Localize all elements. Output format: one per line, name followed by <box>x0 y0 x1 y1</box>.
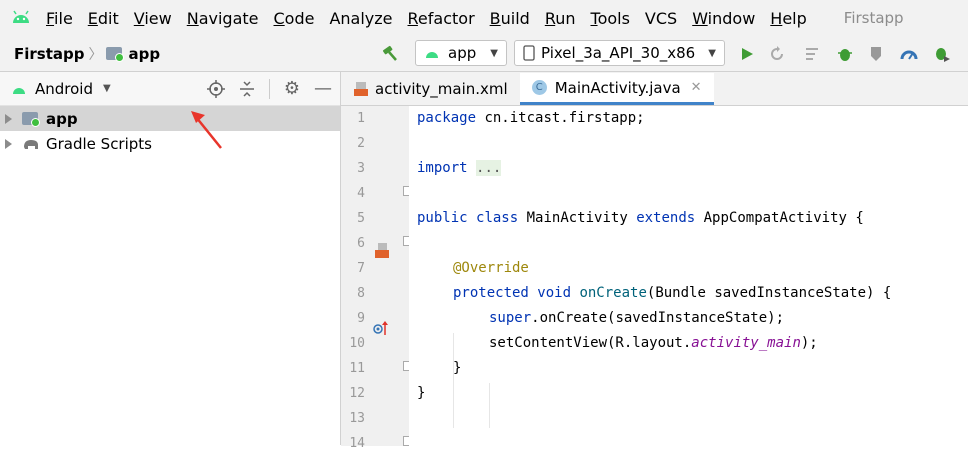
line-number: 10 <box>349 336 365 351</box>
menu-navigate[interactable]: Navigate <box>187 9 259 28</box>
line-number: 13 <box>349 411 365 426</box>
menu-help[interactable]: Help <box>770 9 806 28</box>
code-line-1: package cn.itcast.firstapp; <box>417 110 645 126</box>
menu-bar: File Edit View Navigate Code Analyze Ref… <box>0 0 968 36</box>
menu-window[interactable]: Window <box>692 9 755 28</box>
line-number: 1 <box>357 111 365 126</box>
editor-tabs: activity_main.xml C MainActivity.java ✕ <box>341 72 968 106</box>
tab-activity-main-xml[interactable]: activity_main.xml <box>341 73 520 105</box>
chevron-down-icon[interactable]: ▼ <box>103 83 111 94</box>
code-line-7: @Override <box>453 260 529 276</box>
phone-icon <box>523 45 535 61</box>
window-title: Firstapp <box>843 9 904 27</box>
close-icon[interactable]: ✕ <box>691 80 702 95</box>
xml-file-icon <box>354 82 368 96</box>
menu-code[interactable]: Code <box>274 9 315 28</box>
line-number: 12 <box>349 386 365 401</box>
view-mode-selector[interactable]: Android <box>35 80 93 98</box>
code-editor[interactable]: package cn.itcast.firstapp; import ... p… <box>409 106 968 446</box>
line-number: 11 <box>349 361 365 376</box>
android-logo-icon <box>13 10 29 23</box>
menu-tools[interactable]: Tools <box>591 9 630 28</box>
device-label: Pixel_3a_API_30_x86 <box>541 44 696 62</box>
main-toolbar: Firstapp 〉 app app ▼ Pixel_3a_API_30_x86… <box>0 36 968 72</box>
profiler-icon[interactable] <box>900 45 918 63</box>
chevron-down-icon: ▼ <box>708 47 716 59</box>
module-folder-icon <box>22 112 40 127</box>
minimize-icon[interactable]: — <box>314 78 332 99</box>
project-panel-header: Android ▼ ⚙ — <box>0 72 340 106</box>
line-number: 6 <box>357 236 365 251</box>
module-folder-icon <box>106 47 125 62</box>
project-tool-window: Android ▼ ⚙ — app Gradle Scripts <box>0 72 341 445</box>
tree-item-label: app <box>46 109 78 128</box>
line-number: 3 <box>357 161 365 176</box>
expand-arrow-icon[interactable] <box>5 113 12 124</box>
gear-icon[interactable]: ⚙ <box>284 78 300 99</box>
line-number: 8 <box>357 286 365 301</box>
layout-file-gutter-icon[interactable] <box>373 242 391 260</box>
chevron-down-icon: ▼ <box>490 47 498 59</box>
code-line-8: protected void onCreate(Bundle savedInst… <box>453 285 892 301</box>
red-arrow-annotation-icon <box>191 111 222 149</box>
line-number: 14 <box>349 436 365 451</box>
debug-icon[interactable] <box>836 45 854 63</box>
menu-vcs[interactable]: VCS <box>645 9 677 28</box>
tree-item-app[interactable]: app <box>0 106 340 131</box>
line-number: 5 <box>357 211 365 226</box>
code-line-10: setContentView(R.layout.activity_main); <box>489 335 818 351</box>
apply-changes-icon[interactable] <box>768 45 786 63</box>
line-number: 7 <box>357 261 365 276</box>
menu-run[interactable]: Run <box>545 9 576 28</box>
tab-label: activity_main.xml <box>375 80 508 98</box>
folded-imports[interactable]: ... <box>476 160 502 176</box>
menu-edit[interactable]: Edit <box>88 9 119 28</box>
run-config-dropdown[interactable]: app ▼ <box>415 40 507 66</box>
menu-file[interactable]: File <box>46 9 73 28</box>
expand-arrow-icon[interactable] <box>5 138 12 149</box>
editor-area: activity_main.xml C MainActivity.java ✕ … <box>341 72 968 451</box>
collapse-all-icon[interactable] <box>239 80 255 98</box>
run-config-label: app <box>448 44 477 62</box>
line-number: 2 <box>357 136 365 151</box>
code-line-9: super.onCreate(savedInstanceState); <box>489 310 785 326</box>
code-line-3: import ... <box>417 160 502 176</box>
tree-item-gradle-scripts[interactable]: Gradle Scripts <box>0 131 340 156</box>
code-line-5: public class MainActivity extends AppCom… <box>417 210 864 226</box>
java-class-icon: C <box>531 80 547 95</box>
device-dropdown[interactable]: Pixel_3a_API_30_x86 ▼ <box>514 40 725 66</box>
menu-analyze[interactable]: Analyze <box>329 9 392 28</box>
android-icon <box>426 52 438 58</box>
locate-crosshair-icon[interactable] <box>206 79 225 98</box>
override-method-gutter-icon[interactable] <box>373 320 389 336</box>
breadcrumb-module[interactable]: app <box>128 45 160 63</box>
apply-code-changes-icon[interactable] <box>804 45 822 63</box>
tab-label: MainActivity.java <box>554 78 681 97</box>
android-icon <box>13 87 25 94</box>
debug-attach-icon[interactable] <box>933 45 951 63</box>
menu-build[interactable]: Build <box>490 9 530 28</box>
tab-mainactivity-java[interactable]: C MainActivity.java ✕ <box>519 73 714 105</box>
run-icon[interactable] <box>738 45 756 63</box>
menu-view[interactable]: View <box>134 9 172 28</box>
code-line-11: } <box>453 360 462 376</box>
menu-refactor[interactable]: Refactor <box>408 9 475 28</box>
line-number-gutter: 1 2 3 4 5 6 7 8 9 10 11 12 13 14 <box>341 106 413 451</box>
hammer-build-icon[interactable] <box>381 45 399 63</box>
tree-item-label: Gradle Scripts <box>46 134 152 153</box>
breadcrumb-separator: 〉 <box>88 46 103 63</box>
breadcrumb-project[interactable]: Firstapp <box>14 45 84 63</box>
code-line-12: } <box>417 385 426 401</box>
gradle-elephant-icon <box>24 139 38 149</box>
line-number: 4 <box>357 186 365 201</box>
attach-debugger-icon[interactable] <box>868 45 886 63</box>
line-number: 9 <box>357 311 365 326</box>
